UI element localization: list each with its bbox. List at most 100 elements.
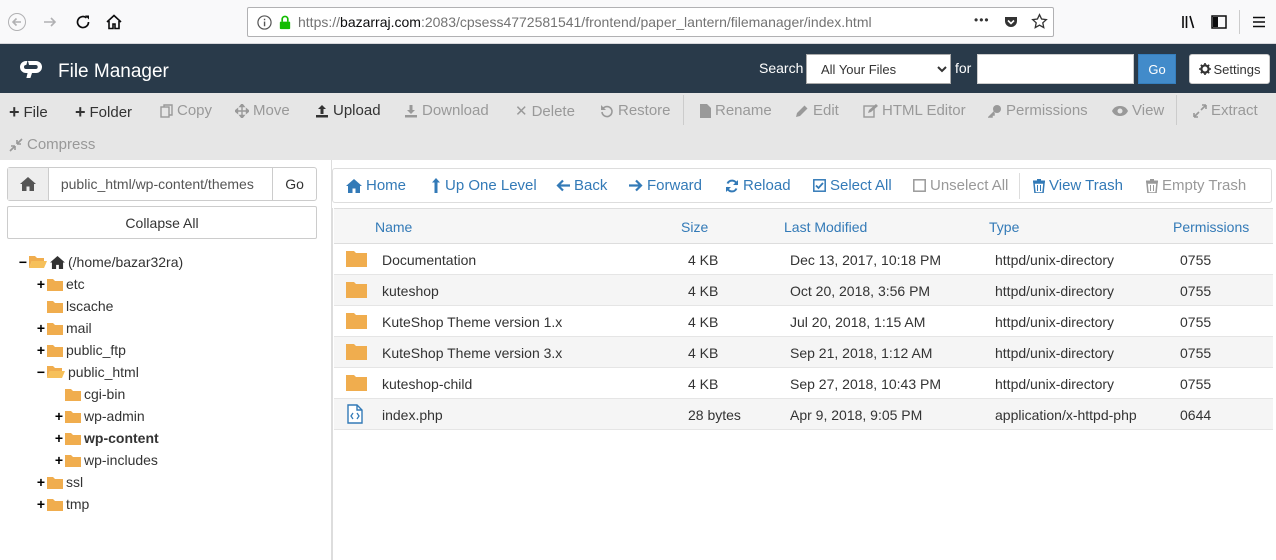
table-row[interactable]: kuteshop 4 KB Oct 20, 2018, 3:56 PM http… [334,275,1273,306]
upload-button[interactable]: Upload [315,102,381,119]
table-row[interactable]: KuteShop Theme version 3.x 4 KB Sep 21, … [334,337,1273,368]
search-input[interactable] [977,54,1134,84]
cpanel-logo[interactable] [18,58,48,83]
folder-icon [47,300,63,313]
action-toolbar: + File + Folder Copy Move Upload Download … [0,93,1276,160]
expand-toggle[interactable]: + [35,496,47,512]
path-home-button[interactable] [8,168,49,200]
collapse-toggle[interactable]: − [35,364,47,380]
collapse-all-button[interactable]: Collapse All [7,206,317,239]
tree-item-cgi-bin[interactable]: cgi-bin [53,383,125,405]
expand-toggle[interactable]: + [35,474,47,490]
folder-icon [346,374,367,394]
expand-toggle[interactable]: + [53,452,65,468]
arrow-left-icon [556,179,570,192]
folder-icon [346,312,367,332]
expand-toggle[interactable]: + [53,430,65,446]
pocket-icon[interactable] [1003,14,1019,30]
settings-button[interactable]: Settings [1189,54,1270,84]
reload-icon[interactable] [71,10,95,34]
up-one-level-button[interactable]: Up One Level [431,177,537,194]
folder-icon [47,278,63,291]
menu-icon[interactable] [1247,10,1271,34]
collapse-toggle[interactable]: − [17,254,29,270]
delete-button[interactable]: ✕ Delete [515,102,575,121]
info-icon[interactable] [257,14,272,30]
unselect-all-button[interactable]: Unselect All [913,177,1008,194]
expand-toggle[interactable]: + [35,276,47,292]
tree-item-lscache[interactable]: lscache [35,295,113,317]
path-go-button[interactable]: Go [272,168,316,200]
empty-trash-button[interactable]: Empty Trash [1146,177,1246,194]
search-scope-select[interactable]: All Your Files [806,54,951,84]
key-icon [988,104,1002,118]
tree-item-public-ftp[interactable]: + public_ftp [35,339,126,361]
move-icon [235,103,249,118]
nav-divider [1019,173,1020,199]
tree-item-mail[interactable]: + mail [35,317,92,339]
folder-open-icon [29,255,47,269]
select-all-button[interactable]: Select All [813,177,892,194]
edit-button[interactable]: Edit [795,102,839,119]
download-button[interactable]: Download [404,102,489,119]
home-icon[interactable] [102,10,126,34]
permissions-button[interactable]: Permissions [988,102,1088,119]
path-input[interactable]: public_html/wp-content/themes [49,168,272,200]
plus-icon: + [75,102,86,122]
new-file-button[interactable]: + File [9,102,48,123]
nav-home-button[interactable]: Home [346,177,406,194]
extract-button[interactable]: Extract [1193,102,1258,119]
copy-button[interactable]: Copy [160,102,212,119]
folder-icon [346,250,367,270]
expand-toggle[interactable]: + [35,342,47,358]
tree-item-wp-content[interactable]: + wp-content [53,427,159,449]
table-row[interactable]: Documentation 4 KB Dec 13, 2017, 10:18 P… [334,244,1273,275]
move-button[interactable]: Move [235,102,290,119]
tree-item-wp-admin[interactable]: + wp-admin [53,405,145,427]
php-file-icon [347,404,363,427]
column-header-name[interactable]: Name [375,219,412,235]
column-header-permissions[interactable]: Permissions [1173,219,1249,235]
bookmark-star-icon[interactable] [1031,13,1048,30]
html-editor-button[interactable]: HTML Editor [863,102,966,119]
expand-toggle[interactable]: + [53,408,65,424]
tree-item-tmp[interactable]: + tmp [35,493,89,515]
url-bar[interactable]: https://bazarraj.com:2083/cpsess47725815… [247,7,1054,37]
file-table: Name Size Last Modified Type Permissions… [332,208,1273,560]
rename-button[interactable]: Rename [700,102,772,119]
folder-icon [47,498,63,511]
compress-button[interactable]: Compress [9,136,95,153]
browser-toolbar: https://bazarraj.com:2083/cpsess47725815… [0,0,1276,44]
path-bar: public_html/wp-content/themes Go [7,167,317,201]
tree-item-public-html[interactable]: − public_html [35,361,139,383]
forward-arrow-icon[interactable] [38,10,62,34]
back-arrow-icon[interactable] [5,10,29,34]
nav-back-button[interactable]: Back [556,177,607,194]
table-row[interactable]: index.php 28 bytes Apr 9, 2018, 9:05 PM … [334,399,1273,430]
nav-reload-button[interactable]: Reload [725,177,791,194]
column-header-type[interactable]: Type [989,219,1019,235]
search-go-button[interactable]: Go [1138,54,1176,84]
tree-item-wp-includes[interactable]: + wp-includes [53,449,158,471]
undo-icon [600,104,614,118]
new-folder-button[interactable]: + Folder [75,102,132,123]
tree-item-home[interactable]: − (/home/bazar32ra) [17,251,183,273]
sidebar-toggle-icon[interactable] [1207,10,1231,34]
restore-button[interactable]: Restore [600,102,671,119]
column-header-size[interactable]: Size [681,219,708,235]
table-row[interactable]: KuteShop Theme version 1.x 4 KB Jul 20, … [334,306,1273,337]
table-row[interactable]: kuteshop-child 4 KB Sep 27, 2018, 10:43 … [334,368,1273,399]
trash-icon [1146,178,1158,193]
folder-icon [346,281,367,301]
nav-forward-button[interactable]: Forward [629,177,702,194]
page-actions-icon[interactable]: ••• [974,13,990,27]
folder-icon [47,322,63,335]
expand-toggle[interactable]: + [35,320,47,336]
library-icon[interactable] [1177,10,1201,34]
tree-item-etc[interactable]: + etc [35,273,85,295]
view-button[interactable]: View [1112,102,1164,119]
column-header-modified[interactable]: Last Modified [784,219,867,235]
view-trash-button[interactable]: View Trash [1033,177,1123,194]
folder-icon [65,432,81,445]
tree-item-ssl[interactable]: + ssl [35,471,83,493]
